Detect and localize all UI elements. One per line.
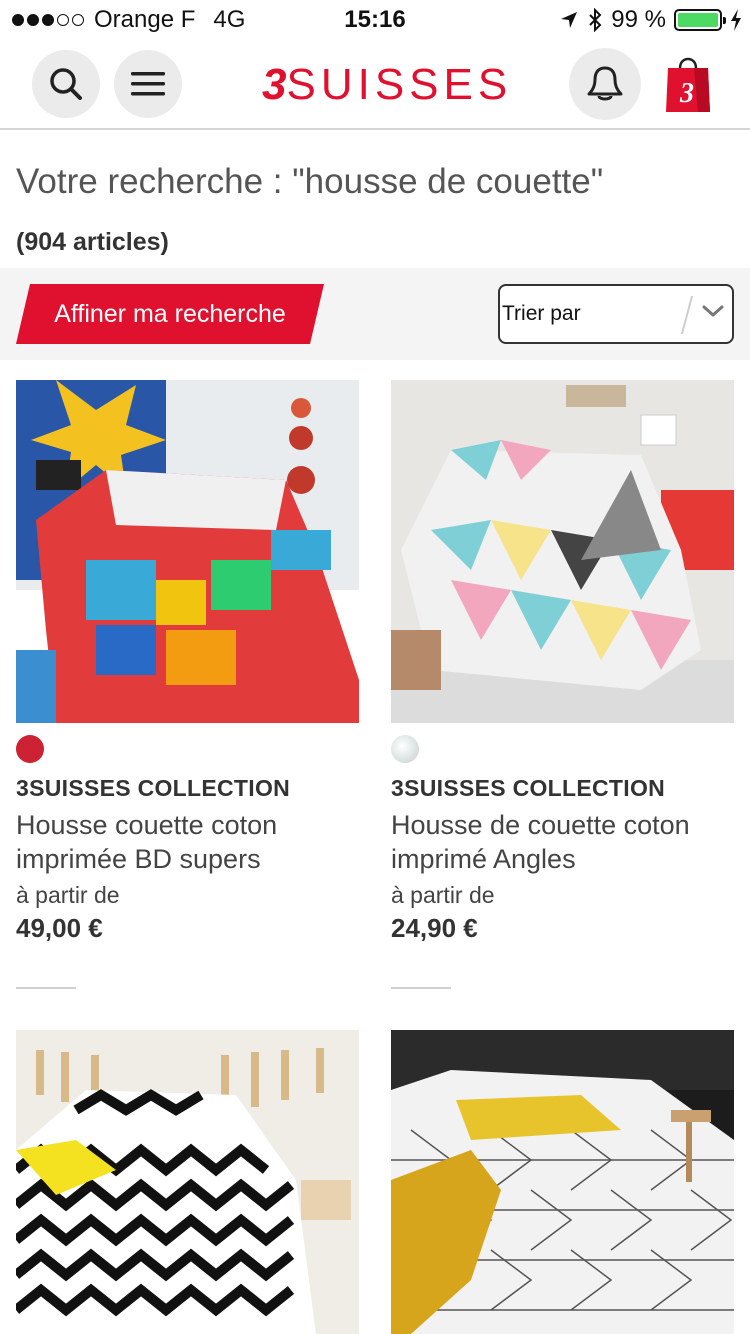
app-header: 3SUISSES 3 bbox=[0, 40, 750, 130]
product-image[interactable] bbox=[16, 1030, 359, 1334]
price-from-label: à partir de bbox=[391, 882, 495, 908]
location-arrow-icon bbox=[561, 12, 578, 28]
product-name-line: imprimé Angles bbox=[391, 844, 576, 874]
refine-search-button[interactable]: Affiner ma recherche bbox=[16, 284, 324, 344]
brand-logo[interactable]: 3SUISSES bbox=[262, 60, 512, 110]
cart-button[interactable]: 3 bbox=[664, 52, 712, 114]
bluetooth-icon bbox=[589, 8, 602, 32]
product-card[interactable] bbox=[391, 1030, 734, 1334]
card-divider bbox=[391, 987, 451, 989]
chevron-down-icon bbox=[702, 305, 724, 317]
account-icon bbox=[587, 66, 623, 101]
menu-icon bbox=[131, 72, 165, 96]
charging-bolt-icon bbox=[731, 9, 741, 31]
product-price: 49,00 € bbox=[16, 913, 103, 943]
search-icon bbox=[50, 68, 82, 100]
product-brand: 3SUISSES COLLECTION bbox=[391, 775, 666, 801]
color-swatch[interactable] bbox=[391, 735, 419, 763]
product-name-line: Housse couette coton bbox=[16, 810, 278, 840]
product-image[interactable] bbox=[391, 380, 734, 723]
product-card[interactable] bbox=[16, 1030, 359, 1334]
shopping-bag-icon: 3 bbox=[666, 57, 710, 112]
product-name[interactable]: Housse couette coton imprimée BD supers bbox=[16, 808, 359, 876]
logo-text: SUISSES bbox=[286, 60, 513, 109]
logo-number: 3 bbox=[262, 60, 287, 109]
product-card[interactable]: 3SUISSES COLLECTION Housse couette coton… bbox=[16, 380, 359, 944]
filter-bar: Affiner ma recherche Trier par bbox=[0, 268, 750, 360]
svg-text:3: 3 bbox=[679, 78, 694, 109]
battery-icon bbox=[674, 9, 726, 31]
menu-button[interactable] bbox=[114, 50, 182, 118]
price-from-label: à partir de bbox=[16, 882, 120, 908]
product-image[interactable] bbox=[16, 380, 359, 723]
battery-percent: 99 % bbox=[611, 6, 666, 33]
product-brand: 3SUISSES COLLECTION bbox=[16, 775, 291, 801]
product-card[interactable]: 3SUISSES COLLECTION Housse de couette co… bbox=[391, 380, 734, 944]
sort-label: Trier par bbox=[502, 302, 581, 325]
product-image[interactable] bbox=[391, 1030, 734, 1334]
product-name[interactable]: Housse de couette coton imprimé Angles bbox=[391, 808, 734, 876]
sort-select[interactable]: Trier par bbox=[498, 284, 734, 344]
product-name-line: imprimée BD supers bbox=[16, 844, 261, 874]
result-count: (904 articles) bbox=[16, 228, 169, 256]
product-name-line: Housse de couette coton bbox=[391, 810, 690, 840]
sort-separator bbox=[680, 296, 694, 334]
product-price: 24,90 € bbox=[391, 913, 478, 943]
search-button[interactable] bbox=[32, 50, 100, 118]
status-right: 99 % bbox=[559, 6, 742, 34]
search-title: Votre recherche : "housse de couette" bbox=[16, 162, 604, 201]
account-button[interactable] bbox=[569, 48, 641, 120]
card-divider bbox=[16, 987, 76, 989]
color-swatch[interactable] bbox=[16, 735, 44, 763]
status-bar: Orange F 4G 15:16 99 % bbox=[0, 0, 750, 40]
